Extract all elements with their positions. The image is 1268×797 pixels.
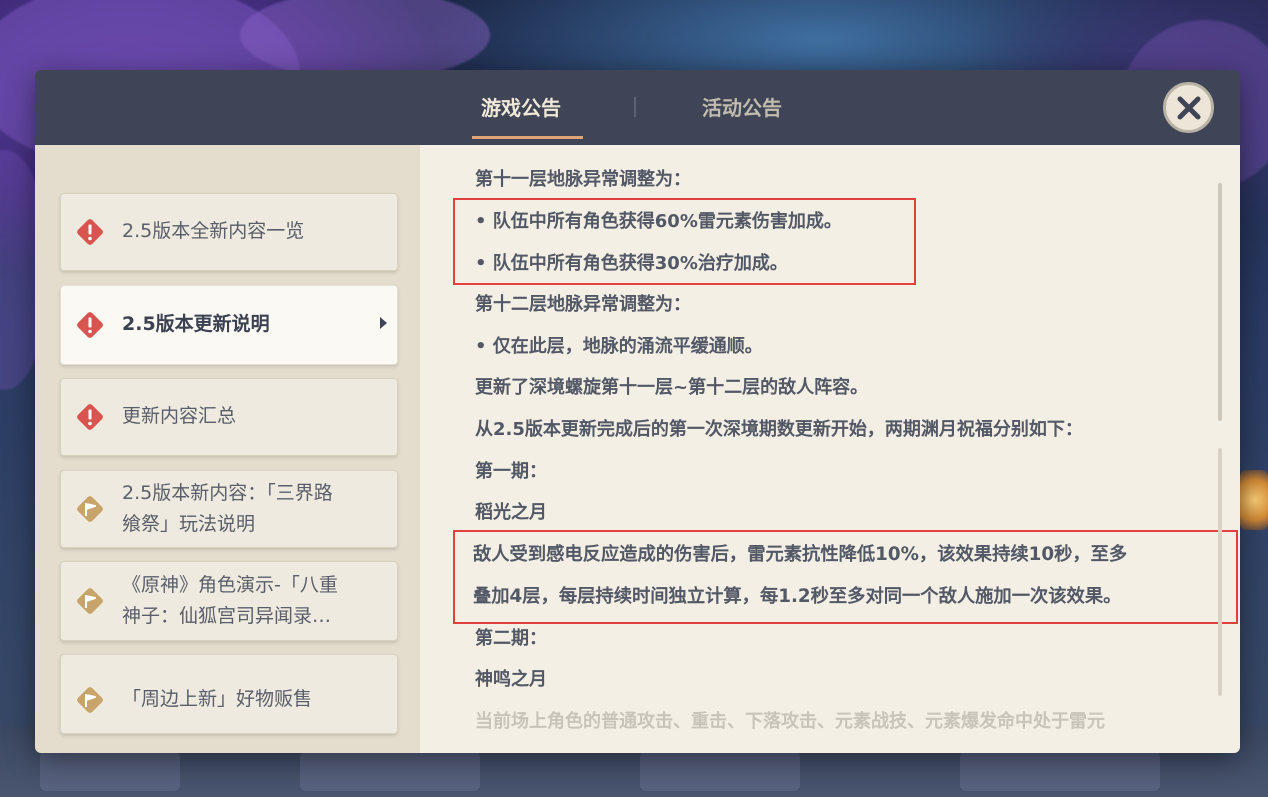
alert-diamond-icon: [77, 404, 103, 430]
sidebar-item-label: 2.5版本全新内容一览: [122, 220, 305, 242]
close-x-icon: [1177, 96, 1200, 119]
phase-heading: 第一期：: [475, 461, 547, 482]
sidebar-item-label: 《原神》角色演示-「八重: [122, 574, 338, 596]
chevron-right-icon: [380, 317, 387, 329]
scrollbar-track[interactable]: [1218, 183, 1222, 421]
alert-diamond-icon: [77, 219, 103, 245]
tab-event-announcements[interactable]: 活动公告: [702, 92, 782, 121]
sidebar-item-label: 更新内容汇总: [122, 405, 237, 427]
sidebar-item-three-realms-festival[interactable]: 2.5版本新内容：「三界路 飨祭」玩法说明: [60, 470, 398, 548]
phase-heading: 第二期：: [475, 628, 547, 649]
sidebar-item-2-5-update-notes[interactable]: 2.5版本更新说明: [60, 285, 398, 365]
sidebar-item-label: 2.5版本更新说明: [122, 313, 270, 335]
flag-diamond-icon: [77, 687, 103, 713]
close-button[interactable]: [1163, 82, 1214, 133]
blessing-name: 稻光之月: [475, 502, 547, 523]
sidebar-item-label: 神子：仙狐宫司异闻录…: [122, 605, 332, 627]
sidebar-item-2-5-overview[interactable]: 2.5版本全新内容一览: [60, 193, 398, 271]
sidebar-item-update-summary[interactable]: 更新内容汇总: [60, 378, 398, 456]
section-heading-floor-12: 第十二层地脉异常调整为：: [475, 294, 691, 315]
tab-game-announcements[interactable]: 游戏公告: [481, 92, 561, 121]
announcement-content: 第十一层地脉异常调整为： • 队伍中所有角色获得60%雷元素伤害加成。 • 队伍…: [420, 145, 1240, 753]
sidebar-item-label: 飨祭」玩法说明: [122, 513, 256, 535]
flag-diamond-icon: [77, 588, 103, 614]
dialog-titlebar: 游戏公告 活动公告: [35, 70, 1240, 146]
announcement-dialog: 游戏公告 活动公告 2.5版本全新内容一览 2.5版本更新说明 更新内容汇总 2…: [35, 70, 1240, 753]
announcement-list: 2.5版本全新内容一览 2.5版本更新说明 更新内容汇总 2.5版本新内容：「三…: [35, 145, 420, 753]
scrollbar-track[interactable]: [1218, 448, 1222, 696]
sidebar-item-merch-sale[interactable]: 「周边上新」好物贩售: [60, 654, 398, 734]
alert-diamond-icon: [77, 312, 103, 338]
paragraph-line-faded: 当前场上角色的普通攻击、重击、下落攻击、元素战技、元素爆发命中处于雷元: [475, 711, 1105, 732]
highlight-box: [453, 198, 916, 285]
sidebar-item-yae-miko-demo[interactable]: 《原神》角色演示-「八重 神子：仙狐宫司异闻录…: [60, 561, 398, 641]
blessing-name: 神鸣之月: [475, 669, 547, 690]
bullet-line: • 仅在此层，地脉的涌流平缓通顺。: [475, 336, 763, 357]
sidebar-item-label: 「周边上新」好物贩售: [122, 688, 313, 710]
sidebar-item-label: 2.5版本新内容：「三界路: [122, 482, 333, 504]
tab-divider: [634, 97, 636, 117]
flag-diamond-icon: [77, 496, 103, 522]
active-tab-underline: [472, 136, 583, 139]
highlight-box: [453, 530, 1238, 624]
section-heading-floor-11: 第十一层地脉异常调整为：: [475, 169, 691, 190]
paragraph-line: 从2.5版本更新完成后的第一次深境期数更新开始，两期渊月祝福分别如下：: [475, 419, 1083, 440]
paragraph-line: 更新了深境螺旋第十一层~第十二层的敌人阵容。: [475, 377, 869, 398]
